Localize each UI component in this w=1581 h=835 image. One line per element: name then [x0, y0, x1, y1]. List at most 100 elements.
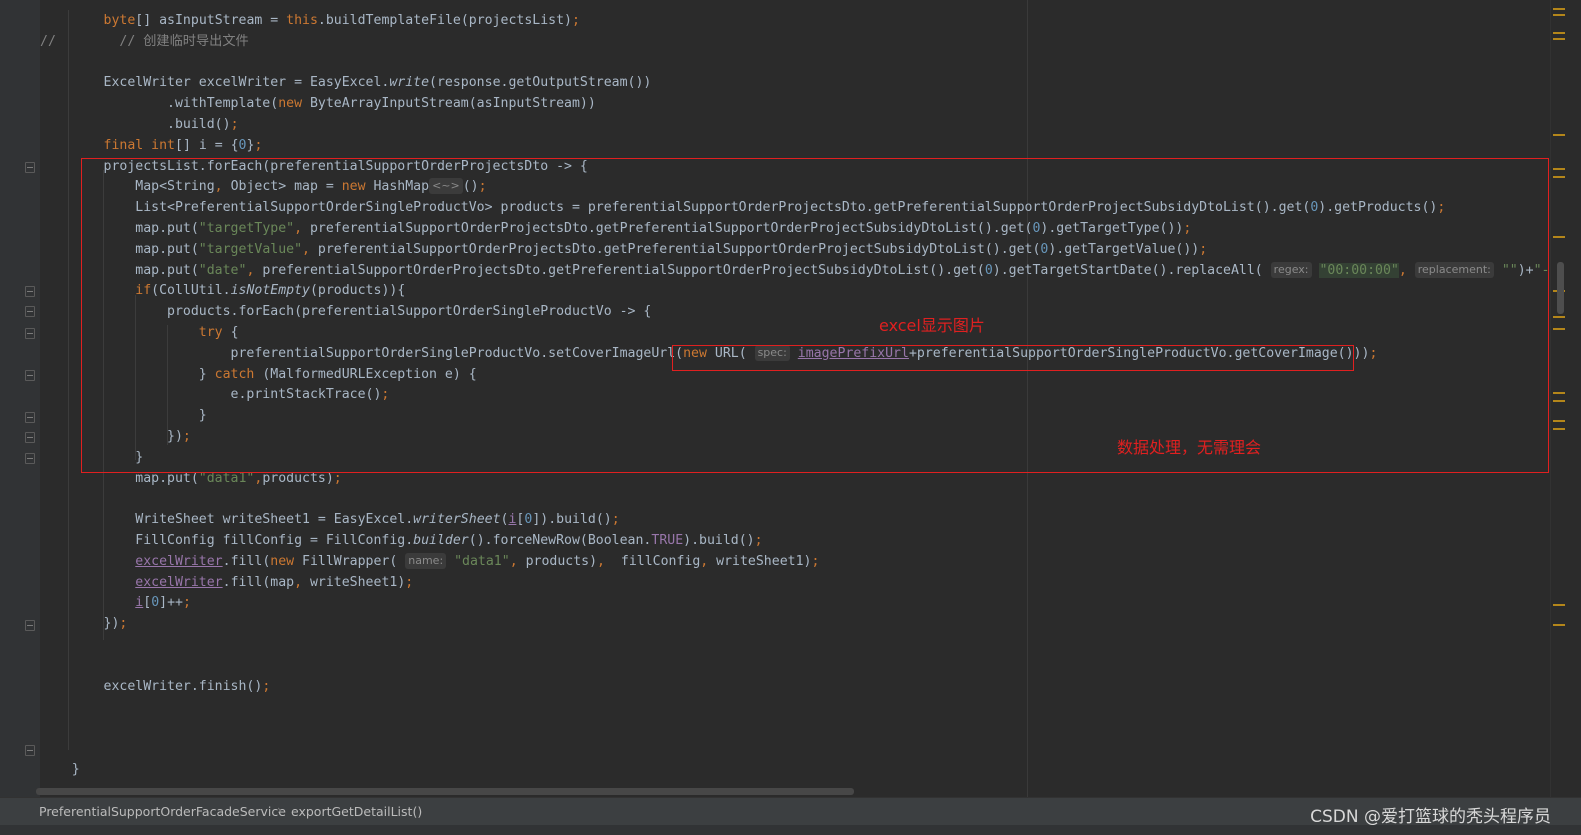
- scrollbar-marker[interactable]: [1553, 38, 1565, 40]
- scrollbar-marker[interactable]: [1553, 624, 1565, 626]
- code-line[interactable]: });: [40, 613, 128, 634]
- scrollbar-marker[interactable]: [1553, 400, 1565, 402]
- scrollbar-marker[interactable]: [1553, 8, 1565, 10]
- code-token: 0: [151, 595, 160, 611]
- scrollbar-marker[interactable]: [1553, 32, 1565, 34]
- code-token: ,: [597, 553, 621, 569]
- code-line[interactable]: WriteSheet writeSheet1 = EasyExcel.write…: [40, 509, 620, 530]
- excel-image-annotation: excel显示图片: [879, 316, 985, 335]
- code-token: .fill(map: [222, 574, 295, 590]
- code-token: ;: [254, 137, 263, 153]
- fold-marker-icon[interactable]: [25, 412, 35, 423]
- breadcrumb-method[interactable]: exportGetDetailList(): [291, 804, 422, 819]
- code-token: .withTemplate(: [40, 96, 279, 112]
- code-token: FillConfig fillConfig = FillConfig.: [40, 533, 414, 548]
- scrollbar-marker[interactable]: [1553, 134, 1565, 136]
- code-line[interactable]: excelWriter.finish();: [40, 676, 271, 697]
- scrollbar-marker[interactable]: [1553, 420, 1565, 422]
- code-token: .buildTemplateFile(projectsList): [317, 13, 572, 28]
- code-token: WriteSheet writeSheet1 = EasyExcel.: [40, 512, 414, 528]
- code-token: }): [40, 616, 120, 632]
- code-token: byte: [103, 13, 136, 28]
- code-token: .build(): [40, 117, 231, 132]
- breadcrumb-class[interactable]: PreferentialSupportOrderFacadeService: [39, 804, 286, 819]
- data-processing-annotation: 数据处理，无需理会: [1117, 438, 1262, 457]
- line-gutter[interactable]: [0, 0, 40, 797]
- data-processing-highlight-box: [81, 158, 1549, 473]
- code-line[interactable]: FillConfig fillConfig = FillConfig.build…: [40, 530, 763, 551]
- vertical-scrollbar[interactable]: [1550, 0, 1581, 797]
- code-token: ;: [754, 533, 763, 548]
- code-line[interactable]: .withTemplate(new ByteArrayInputStream(a…: [40, 93, 596, 114]
- fold-marker-icon[interactable]: [25, 162, 35, 173]
- code-token: excelWriter: [135, 553, 223, 569]
- fold-marker-icon[interactable]: [25, 620, 35, 631]
- code-token: ).build(): [683, 533, 755, 548]
- scrollbar-marker[interactable]: [1553, 428, 1565, 430]
- fold-marker-icon[interactable]: [25, 370, 35, 381]
- horizontal-scrollbar[interactable]: [36, 788, 854, 795]
- scrollbar-marker[interactable]: [1553, 604, 1565, 606]
- scrollbar-marker[interactable]: [1553, 176, 1565, 178]
- scrollbar-thumb[interactable]: [1557, 262, 1564, 314]
- fold-marker-icon[interactable]: [25, 328, 35, 339]
- code-line[interactable]: .build();: [40, 114, 238, 135]
- code-token: writeSheet1): [716, 553, 812, 569]
- code-token: [: [143, 595, 152, 611]
- code-line[interactable]: final int[] i = {0};: [40, 135, 263, 156]
- code-line[interactable]: }: [40, 759, 80, 780]
- fold-marker-icon[interactable]: [25, 286, 35, 297]
- code-token: "data1": [454, 553, 510, 569]
- code-token: ;: [572, 13, 580, 28]
- code-token: ().forceNewRow(Boolean.: [468, 533, 652, 548]
- fold-marker-icon[interactable]: [25, 306, 35, 317]
- code-token: fillConfig: [620, 553, 701, 569]
- parameter-hint: name:: [405, 552, 447, 569]
- code-token: ;: [811, 553, 820, 569]
- scrollbar-marker[interactable]: [1553, 168, 1565, 170]
- code-line[interactable]: byte[] asInputStream = this.buildTemplat…: [40, 10, 580, 31]
- code-token: new: [270, 553, 303, 569]
- code-line[interactable]: ExcelWriter excelWriter = EasyExcel.writ…: [40, 72, 652, 93]
- code-token: (response.getOutputStream()): [429, 75, 652, 91]
- code-line[interactable]: excelWriter.fill(new FillWrapper( name: …: [40, 551, 819, 572]
- code-token: ;: [611, 512, 620, 528]
- fold-marker-icon[interactable]: [25, 745, 35, 756]
- code-token: ;: [405, 574, 414, 590]
- code-line[interactable]: excelWriter.fill(map, writeSheet1);: [40, 572, 413, 593]
- code-token: write: [389, 75, 430, 91]
- scrollbar-marker[interactable]: [1553, 14, 1565, 16]
- code-token: // // 创建临时导出文件: [40, 33, 249, 49]
- code-token: ;: [119, 616, 128, 632]
- code-token: ,: [294, 574, 310, 590]
- code-token: FillWrapper(: [302, 553, 406, 569]
- scrollbar-marker[interactable]: [1553, 316, 1565, 318]
- code-line[interactable]: i[0]++;: [40, 592, 191, 613]
- code-token: writerSheet: [413, 512, 501, 528]
- code-token: ;: [262, 678, 271, 694]
- excel-image-highlight-box: [672, 345, 1354, 371]
- scrollbar-marker[interactable]: [1553, 236, 1565, 238]
- code-token: ,: [509, 553, 526, 569]
- code-token: products): [525, 553, 598, 569]
- code-line[interactable]: // // 创建临时导出文件: [40, 31, 249, 52]
- code-token: .fill(: [222, 553, 271, 569]
- code-token: ExcelWriter excelWriter = EasyExcel.: [40, 75, 390, 91]
- code-token: new: [278, 96, 310, 112]
- fold-marker-icon[interactable]: [25, 432, 35, 443]
- code-token: ByteArrayInputStream(asInputStream)): [309, 96, 596, 112]
- scrollbar-marker[interactable]: [1553, 328, 1565, 330]
- code-token: ]).build(): [532, 512, 612, 528]
- code-token: }: [40, 761, 80, 777]
- fold-marker-icon[interactable]: [25, 453, 35, 464]
- code-token: TRUE: [651, 533, 684, 548]
- scrollbar-marker[interactable]: [1553, 392, 1565, 394]
- code-token: builder: [413, 533, 469, 548]
- code-token: final int: [103, 137, 175, 153]
- code-token: excelWriter: [135, 574, 223, 590]
- status-strip: [0, 825, 1581, 835]
